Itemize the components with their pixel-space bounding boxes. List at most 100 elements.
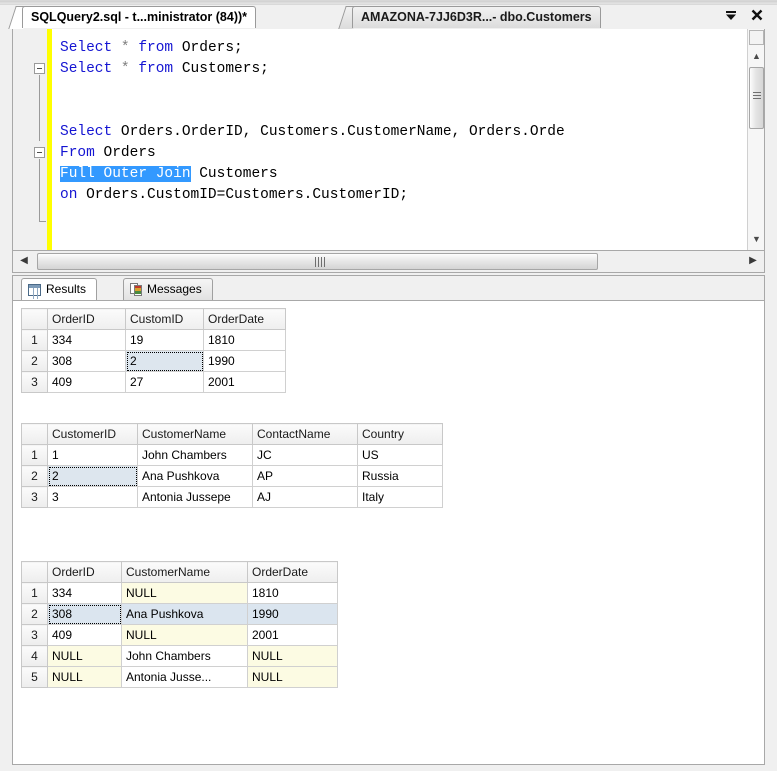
row-number[interactable]: 1 [21, 444, 48, 466]
row-number[interactable]: 4 [21, 645, 48, 667]
triangle-right-icon[interactable]: ▶ [744, 252, 762, 270]
table-cell[interactable]: 409 [47, 371, 126, 393]
table-cell[interactable]: NULL [121, 624, 248, 646]
row-number[interactable]: 2 [21, 603, 48, 625]
table-cell[interactable]: Antonia Jusse... [121, 666, 248, 688]
table-cell[interactable]: 2 [125, 350, 204, 372]
editor-horizontal-scrollbar[interactable]: ◀ ▶ [12, 251, 765, 273]
table-row[interactable]: 3 3 Antonia Jussepe AJ Italy [21, 486, 443, 508]
table-cell[interactable]: 334 [47, 329, 126, 351]
column-header-orderdate[interactable]: OrderDate [247, 561, 338, 583]
table-cell[interactable]: 3 [47, 486, 138, 508]
table-cell[interactable]: 1990 [203, 350, 286, 372]
table-cell[interactable]: 409 [47, 624, 122, 646]
tab-results[interactable]: Results [21, 278, 98, 300]
table-cell[interactable]: John Chambers [121, 645, 248, 667]
sql-code-area[interactable]: Select * from Orders; Select * from Cust… [52, 29, 746, 250]
table-cell[interactable]: 1810 [247, 582, 338, 604]
sql-editor-pane[interactable]: Select * from Orders; Select * from Cust… [12, 29, 765, 251]
table-cell[interactable]: 2001 [247, 624, 338, 646]
triangle-left-icon[interactable]: ◀ [15, 252, 33, 270]
table-row[interactable]: 1 334 NULL 1810 [21, 582, 338, 604]
table-cell[interactable]: Russia [357, 465, 443, 487]
row-number[interactable]: 5 [21, 666, 48, 688]
close-icon[interactable] [748, 8, 766, 26]
column-header-customername[interactable]: CustomerName [121, 561, 248, 583]
table-cell[interactable]: John Chambers [137, 444, 253, 466]
editor-vertical-scrollbar[interactable]: ▲ ▼ [747, 29, 764, 250]
code-line: Select * from Customers; [60, 61, 269, 77]
row-number[interactable]: 2 [21, 465, 48, 487]
triangle-down-icon[interactable]: ▼ [748, 231, 764, 248]
vertical-scrollbar-thumb[interactable] [749, 67, 764, 129]
fold-toggle-icon[interactable] [34, 147, 45, 158]
row-header-corner[interactable] [21, 561, 48, 583]
table-cell[interactable]: 1810 [203, 329, 286, 351]
table-cell[interactable]: NULL [47, 666, 122, 688]
table-cell[interactable]: NULL [47, 645, 122, 667]
horizontal-scrollbar-thumb[interactable] [37, 253, 598, 270]
table-row[interactable]: 2 308 2 1990 [21, 350, 286, 372]
row-number[interactable]: 3 [21, 624, 48, 646]
table-row[interactable]: 4 NULL John Chambers NULL [21, 645, 338, 667]
table-cell[interactable]: Italy [357, 486, 443, 508]
table-header-row: OrderID CustomID OrderDate [21, 308, 286, 330]
row-number[interactable]: 2 [21, 350, 48, 372]
table-row[interactable]: 5 NULL Antonia Jusse... NULL [21, 666, 338, 688]
column-header-customername[interactable]: CustomerName [137, 423, 253, 445]
table-cell[interactable]: Antonia Jussepe [137, 486, 253, 508]
table-cell[interactable]: 308 [47, 603, 122, 625]
tab-sqlquery2[interactable]: SQLQuery2.sql - t...ministrator (84))* [22, 6, 257, 28]
table-cell[interactable]: 308 [47, 350, 126, 372]
row-number[interactable]: 3 [21, 486, 48, 508]
table-cell[interactable]: 1990 [247, 603, 338, 625]
column-header-orderid[interactable]: OrderID [47, 308, 126, 330]
table-cell[interactable]: NULL [247, 666, 338, 688]
row-number[interactable]: 1 [21, 582, 48, 604]
table-cell[interactable]: 27 [125, 371, 204, 393]
table-row[interactable]: 2 2 Ana Pushkova AP Russia [21, 465, 443, 487]
fold-toggle-icon[interactable] [34, 63, 45, 74]
table-cell[interactable]: Ana Pushkova [137, 465, 253, 487]
row-number[interactable]: 1 [21, 329, 48, 351]
row-header-corner[interactable] [21, 308, 48, 330]
orders-grid[interactable]: OrderID CustomID OrderDate 1 334 19 1810 2 308 2 1… [21, 308, 286, 393]
table-cell[interactable]: 2001 [203, 371, 286, 393]
column-header-customerid[interactable]: CustomerID [47, 423, 138, 445]
row-number[interactable]: 3 [21, 371, 48, 393]
tab-dbo-customers[interactable]: AMAZONA-7JJ6D3R...- dbo.Customers [352, 6, 601, 28]
column-header-customid[interactable]: CustomID [125, 308, 204, 330]
code-line: From Orders [60, 145, 156, 161]
full-outer-join-grid-table: OrderID CustomerName OrderDate 1 334 NULL 1810… [21, 561, 338, 688]
tab-messages-label: Messages [147, 282, 202, 296]
results-pane: Results Messages OrderID CustomID OrderDat… [12, 275, 765, 765]
table-row[interactable]: 3 409 NULL 2001 [21, 624, 338, 646]
editor-gutter [13, 29, 47, 250]
table-row[interactable]: 3 409 27 2001 [21, 371, 286, 393]
table-cell[interactable]: 1 [47, 444, 138, 466]
table-cell[interactable]: AJ [252, 486, 358, 508]
column-header-country[interactable]: Country [357, 423, 443, 445]
triangle-up-icon[interactable]: ▲ [748, 48, 764, 65]
full-outer-join-grid[interactable]: OrderID CustomerName OrderDate 1 334 NULL 1810… [21, 561, 338, 688]
row-header-corner[interactable] [21, 423, 48, 445]
table-cell[interactable]: Ana Pushkova [121, 603, 248, 625]
table-cell[interactable]: JC [252, 444, 358, 466]
table-cell[interactable]: US [357, 444, 443, 466]
table-row[interactable]: 1 1 John Chambers JC US [21, 444, 443, 466]
table-cell[interactable]: 334 [47, 582, 122, 604]
table-cell[interactable]: AP [252, 465, 358, 487]
table-cell[interactable]: NULL [247, 645, 338, 667]
column-header-orderdate[interactable]: OrderDate [203, 308, 286, 330]
column-header-orderid[interactable]: OrderID [47, 561, 122, 583]
table-cell[interactable]: 2 [47, 465, 138, 487]
table-cell[interactable]: NULL [121, 582, 248, 604]
chevron-down-icon[interactable] [722, 8, 740, 26]
customers-grid[interactable]: CustomerID CustomerName ContactName Country… [21, 423, 443, 508]
tab-messages[interactable]: Messages [123, 278, 213, 300]
table-cell[interactable]: 19 [125, 329, 204, 351]
table-row[interactable]: 2 308 Ana Pushkova 1990 [21, 603, 338, 625]
table-row[interactable]: 1 334 19 1810 [21, 329, 286, 351]
column-header-contactname[interactable]: ContactName [252, 423, 358, 445]
